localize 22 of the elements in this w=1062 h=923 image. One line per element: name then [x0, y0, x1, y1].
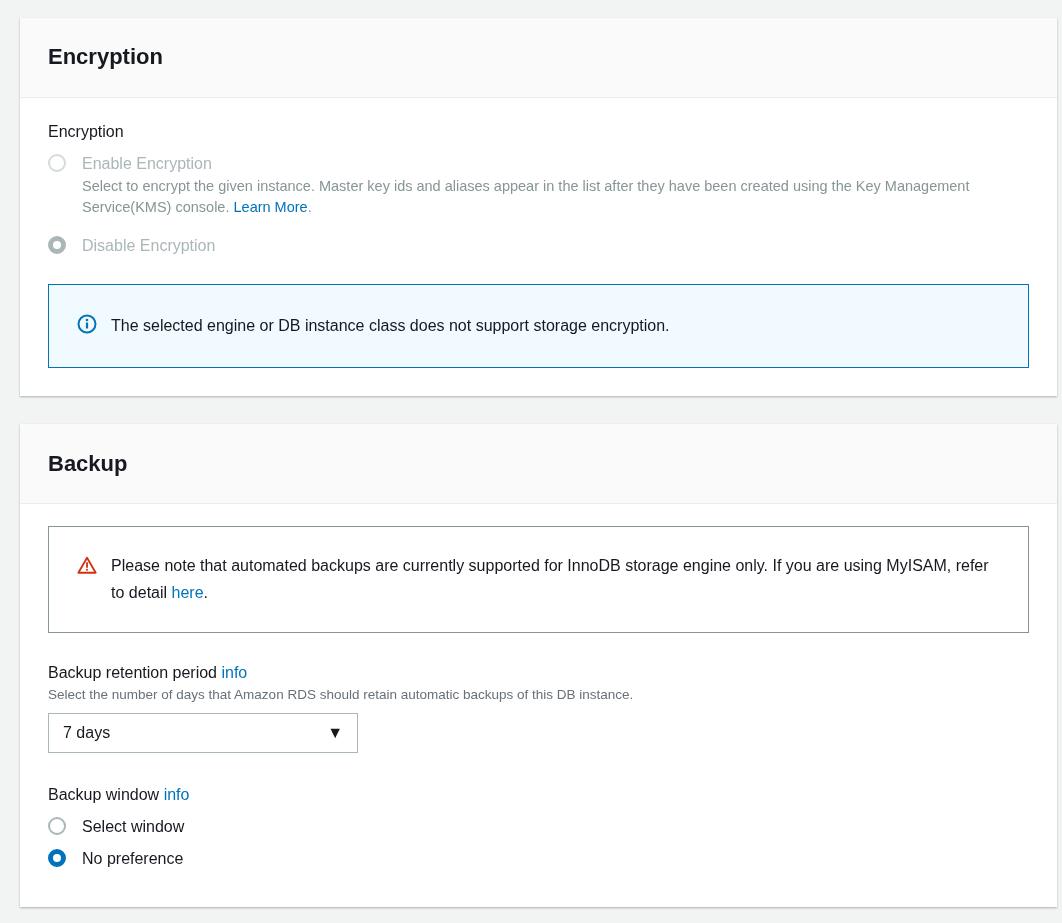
section-title: Backup — [48, 450, 128, 478]
field-label: Encryption — [48, 122, 125, 142]
here-link[interactable]: here — [171, 583, 204, 601]
option-label: Disable Encryption — [82, 236, 216, 257]
info-icon — [77, 314, 97, 335]
option-label: No preference — [82, 849, 184, 870]
option-label: Enable Encryption — [82, 154, 213, 174]
field-description: Select the number of days that Amazon RDS should retain automatic backups of this DB instance. — [48, 686, 635, 705]
radio-button[interactable] — [48, 849, 66, 868]
field-label: Backup retention period — [48, 664, 218, 682]
option-label: Select window — [82, 817, 185, 838]
warning-icon — [77, 555, 98, 576]
info-link[interactable]: info — [163, 786, 190, 804]
alert-message: Please note that automated backups are currently supported for InnoDB storage engine only. If you are using MyISAM, refer to detail here. — [111, 556, 990, 603]
info-link[interactable]: info — [221, 664, 248, 682]
retention-select[interactable]: 7 days ▼ — [48, 713, 358, 754]
option-description: Select to encrypt the given instance. Master key ids and aliases appear in the list after they have been created using the Key Management Service(KMS) console. Learn More. — [82, 177, 971, 217]
alert-message: The selected engine or DB instance class does not support storage encryption. — [111, 316, 670, 337]
radio-button[interactable] — [48, 817, 66, 836]
caret-icon: ▼ — [327, 721, 343, 746]
field-label: Backup window — [48, 786, 161, 804]
section-title: Encryption — [48, 44, 163, 71]
